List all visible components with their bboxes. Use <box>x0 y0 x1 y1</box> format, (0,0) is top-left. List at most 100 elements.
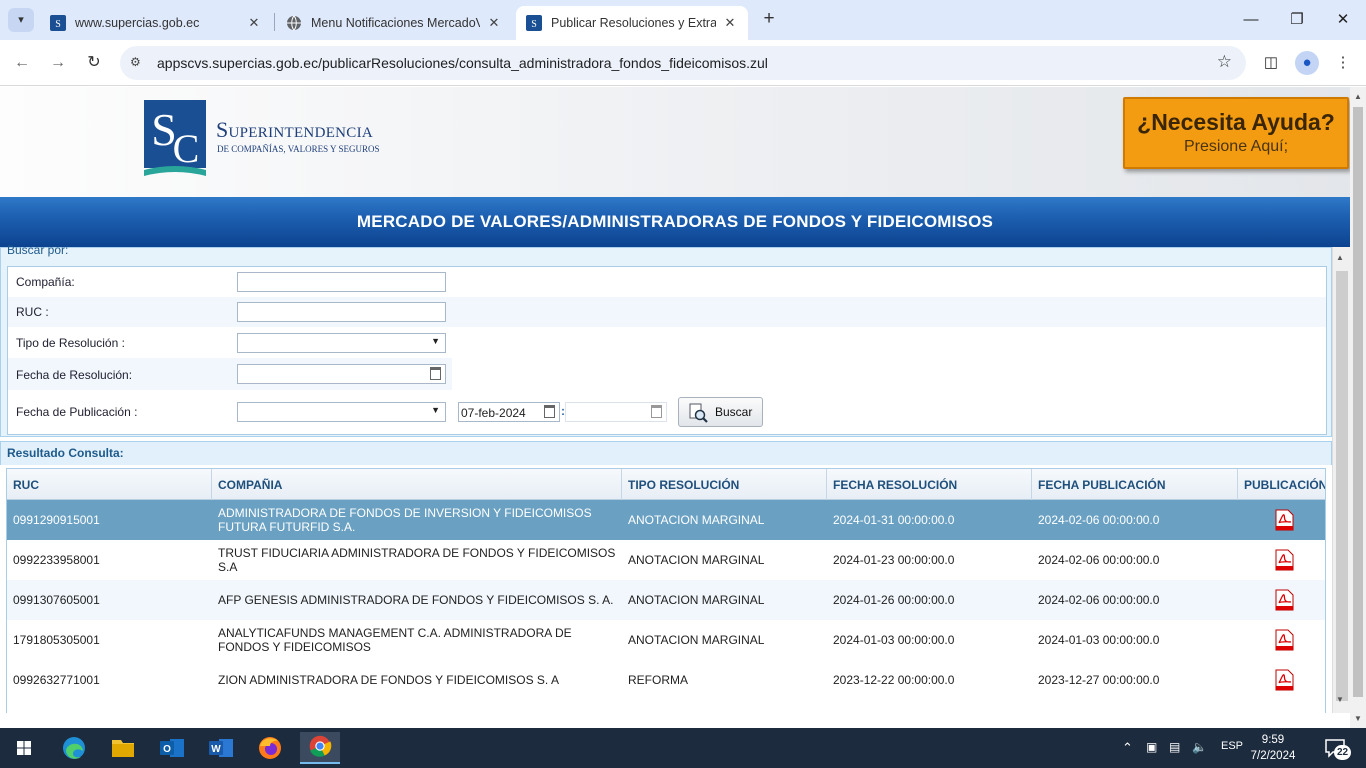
pdf-icon[interactable] <box>1275 509 1294 531</box>
col-header-compania[interactable]: COMPAÑIA <box>212 469 622 500</box>
logo-subtitle: DE COMPAÑÍAS, VALORES Y SEGUROS <box>217 144 380 154</box>
svg-text:O: O <box>163 744 171 755</box>
fecha-resolucion-input[interactable] <box>237 364 446 384</box>
supercias-logo-icon: S C <box>144 100 206 176</box>
tab-search-button[interactable]: ▾ <box>8 8 34 32</box>
help-button[interactable]: ¿Necesita Ayuda? Presione Aquí; <box>1123 97 1349 169</box>
scroll-down-icon[interactable]: ▼ <box>1350 711 1366 727</box>
windows-start-icon[interactable] <box>4 732 44 764</box>
close-tab-icon[interactable]: ✕ <box>722 15 738 31</box>
outlook-icon[interactable]: O <box>152 732 192 764</box>
table-row[interactable]: 0991290915001 ADMINISTRADORA DE FONDOS D… <box>7 500 1325 540</box>
pdf-icon[interactable] <box>1275 589 1294 611</box>
cell-compania: AFP GENESIS ADMINISTRADORA DE FONDOS Y F… <box>218 593 614 607</box>
svg-text:C: C <box>173 126 200 171</box>
profile-avatar-icon[interactable]: ● <box>1295 51 1319 75</box>
browser-toolbar: ← → ↻ ⚙ appscvs.supercias.gob.ec/publica… <box>0 40 1366 86</box>
bookmark-star-icon[interactable]: ☆ <box>1217 52 1232 72</box>
tab-publicar-resoluciones[interactable]: S Publicar Resoluciones y Extractos ✕ <box>516 6 748 40</box>
scroll-up-icon[interactable]: ▲ <box>1336 253 1344 262</box>
back-icon[interactable]: ← <box>10 51 34 75</box>
calendar-icon[interactable] <box>544 405 555 418</box>
cell-tipo-resolucion: REFORMA <box>628 673 688 687</box>
network-icon[interactable]: ▤ <box>1169 740 1180 754</box>
tab-title: Publicar Resoluciones y Extractos <box>551 16 716 30</box>
svg-text:S: S <box>55 19 61 30</box>
table-row[interactable]: 0992233958001 TRUST FIDUCIARIA ADMINISTR… <box>7 540 1325 580</box>
chevron-up-icon[interactable]: ⌃ <box>1122 740 1133 756</box>
tab-menu-notificaciones[interactable]: Menu Notificaciones MercadoV ✕ <box>276 6 512 40</box>
site-info-icon[interactable]: ⚙ <box>130 55 146 71</box>
inner-scrollbar[interactable]: ▲ ▼ <box>1332 247 1350 713</box>
side-panel-icon[interactable]: ◫ <box>1259 51 1283 75</box>
col-header-tipo-resolucion[interactable]: TIPO RESOLUCIÓN <box>622 469 827 500</box>
compania-label: Compañía: <box>16 275 75 289</box>
ruc-input[interactable] <box>237 302 446 322</box>
file-explorer-icon[interactable] <box>103 732 143 764</box>
reload-icon[interactable]: ↻ <box>82 51 106 75</box>
word-icon[interactable]: W <box>201 732 241 764</box>
inner-scrollbar-thumb[interactable] <box>1336 271 1348 701</box>
buscar-button-label: Buscar <box>715 405 753 419</box>
fecha-publicacion-select[interactable]: ▼ <box>237 402 446 422</box>
url-text[interactable]: appscvs.supercias.gob.ec/publicarResoluc… <box>157 55 768 71</box>
tab-supercias[interactable]: S www.supercias.gob.ec ✕ <box>40 6 272 40</box>
forward-icon[interactable]: → <box>46 51 70 75</box>
pdf-icon[interactable] <box>1275 629 1294 651</box>
more-menu-icon[interactable]: ⋮ <box>1331 51 1355 75</box>
browser-tab-strip: ▾ S www.supercias.gob.ec ✕ Menu Notifica… <box>0 0 1366 40</box>
close-window-icon[interactable]: ✕ <box>1320 7 1366 33</box>
cell-fecha-publicacion: 2023-12-27 00:00:00.0 <box>1038 673 1160 687</box>
table-row[interactable]: 0992632771001 ZION ADMINISTRADORA DE FON… <box>7 660 1325 700</box>
pdf-icon[interactable] <box>1275 669 1294 691</box>
col-header-ruc[interactable]: RUC <box>7 469 212 500</box>
fecha-publicacion-hasta-input[interactable] <box>565 402 667 422</box>
cell-tipo-resolucion: ANOTACION MARGINAL <box>628 513 765 527</box>
scroll-up-icon[interactable]: ▲ <box>1350 89 1366 105</box>
tipo-resolucion-select[interactable]: ▼ <box>237 333 446 353</box>
compania-input[interactable] <box>237 272 446 292</box>
language-indicator[interactable]: ESP <box>1221 740 1243 752</box>
system-clock[interactable]: 9:59 7/2/2024 <box>1248 732 1298 764</box>
search-panel: Buscar por: Compañía: RUC : Tipo de Reso… <box>0 243 1332 437</box>
fecha-desde-value: 07-feb-2024 <box>461 406 526 420</box>
scroll-down-icon[interactable]: ▼ <box>1336 695 1344 704</box>
buscar-button[interactable]: Buscar <box>678 397 763 427</box>
minimize-icon[interactable]: — <box>1228 7 1274 33</box>
fecha-publicacion-label: Fecha de Publicación : <box>16 405 138 419</box>
calendar-icon[interactable] <box>651 405 662 418</box>
col-header-fecha-publicacion[interactable]: FECHA PUBLICACIÓN <box>1032 469 1238 500</box>
page-scrollbar[interactable]: ▲ ▼ <box>1350 87 1366 728</box>
results-table: RUC COMPAÑIA TIPO RESOLUCIÓN FECHA RESOL… <box>6 468 1326 713</box>
col-header-fecha-resolucion[interactable]: FECHA RESOLUCIÓN <box>827 469 1032 500</box>
tab-title: Menu Notificaciones MercadoV <box>311 16 480 30</box>
pdf-icon[interactable] <box>1275 549 1294 571</box>
help-subtitle: Presione Aquí; <box>1183 138 1289 155</box>
notification-center[interactable]: 22 <box>1322 736 1352 760</box>
calendar-icon[interactable] <box>430 367 441 380</box>
edge-icon[interactable] <box>54 732 94 764</box>
new-tab-button[interactable]: + <box>758 8 780 32</box>
cell-fecha-publicacion: 2024-01-03 00:00:00.0 <box>1038 633 1160 647</box>
meet-now-icon[interactable]: ▣ <box>1146 740 1157 754</box>
cell-ruc: 0991290915001 <box>13 513 100 527</box>
close-tab-icon[interactable]: ✕ <box>486 15 502 31</box>
restore-icon[interactable]: ❐ <box>1274 7 1320 33</box>
cell-fecha-resolucion: 2024-01-03 00:00:00.0 <box>833 633 955 647</box>
cell-fecha-resolucion: 2024-01-26 00:00:00.0 <box>833 593 955 607</box>
cell-ruc: 0992632771001 <box>13 673 100 687</box>
results-title: Resultado Consulta: <box>0 441 1332 465</box>
table-row[interactable]: 0991307605001 AFP GENESIS ADMINISTRADORA… <box>7 580 1325 620</box>
close-tab-icon[interactable]: ✕ <box>246 15 262 31</box>
page-scrollbar-thumb[interactable] <box>1353 107 1363 697</box>
volume-icon[interactable]: 🔈 <box>1192 740 1207 754</box>
chrome-icon[interactable] <box>300 732 340 764</box>
address-bar[interactable]: ⚙ appscvs.supercias.gob.ec/publicarResol… <box>120 46 1246 80</box>
cell-tipo-resolucion: ANOTACION MARGINAL <box>628 593 765 607</box>
cell-compania: ZION ADMINISTRADORA DE FONDOS Y FIDEICOM… <box>218 673 559 687</box>
fecha-publicacion-desde-input[interactable]: 07-feb-2024 <box>458 402 560 422</box>
firefox-icon[interactable] <box>250 732 290 764</box>
tab-title: www.supercias.gob.ec <box>75 16 200 30</box>
col-header-publicacion[interactable]: PUBLICACIÓN <box>1238 469 1325 500</box>
table-row[interactable]: 1791805305001 ANALYTICAFUNDS MANAGEMENT … <box>7 620 1325 660</box>
